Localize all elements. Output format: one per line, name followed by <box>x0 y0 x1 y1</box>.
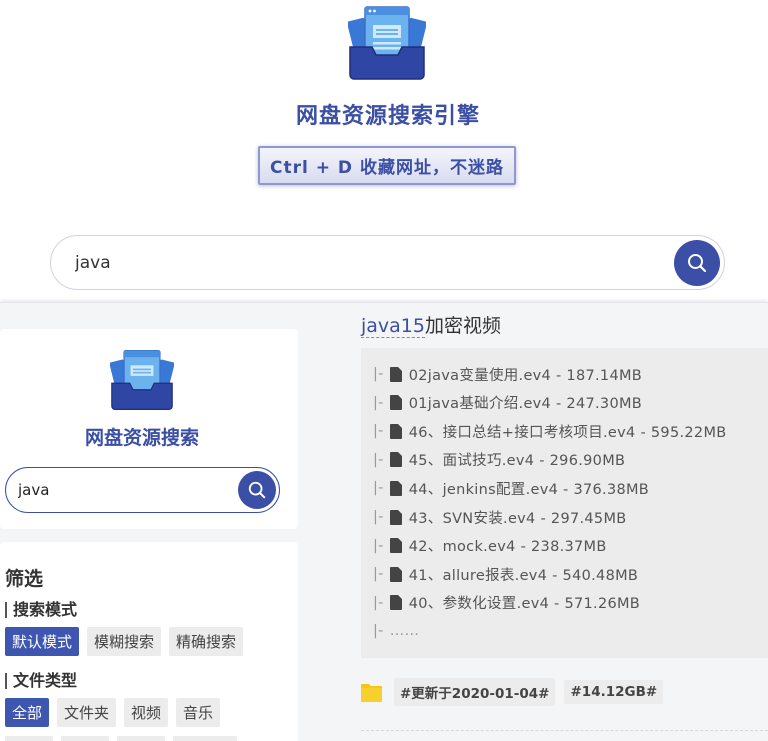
result-title-keyword[interactable]: java15 <box>361 315 425 338</box>
file-type-label: 文件类型 <box>5 673 77 689</box>
file-row: |- 46、接口总结+接口考核项目.ev4 - 595.22MB <box>373 420 727 442</box>
hero-title: 网盘资源搜索引擎 <box>295 104 480 129</box>
type-chip[interactable] <box>61 736 109 741</box>
more-indicator: …… <box>389 623 420 640</box>
file-row: |- 02java变量使用.ev4 - 187.14MB <box>373 363 642 385</box>
hero-search-button[interactable] <box>674 240 720 286</box>
updated-date-tag[interactable]: #更新于2020-01-04# <box>394 678 556 706</box>
file-row: |- 45、面试技巧.ev4 - 296.90MB <box>373 449 625 471</box>
tree-prefix: |- <box>373 366 384 382</box>
file-icon <box>389 595 402 611</box>
file-icon <box>389 509 402 525</box>
file-icon <box>389 452 402 468</box>
file-name: 02java变量使用.ev4 - 187.14MB <box>408 367 643 384</box>
file-name: 42、mock.ev4 - 238.37MB <box>408 539 607 556</box>
hero-search-input[interactable] <box>75 248 635 278</box>
file-name: 40、参数化设置.ev4 - 571.26MB <box>408 596 641 613</box>
file-type-options-more <box>5 736 237 741</box>
file-row: |- 41、allure报表.ev4 - 540.48MB <box>373 563 638 585</box>
file-row: |- 44、jenkins配置.ev4 - 376.38MB <box>373 477 649 499</box>
file-name: 43、SVN安装.ev4 - 297.45MB <box>408 510 627 527</box>
type-chip[interactable] <box>173 736 237 741</box>
file-icon <box>389 366 402 382</box>
file-name: 46、接口总结+接口考核项目.ev4 - 595.22MB <box>408 424 727 441</box>
type-music-chip[interactable]: 音乐 <box>176 698 221 727</box>
tree-prefix: |- <box>373 394 384 411</box>
filter-panel: 筛选 搜索模式 默认模式 模糊搜索 精确搜索 文件类型 全部 文件夹 视频 音乐 <box>0 542 298 741</box>
result-title-rest[interactable]: 加密视频 <box>425 315 501 337</box>
tree-prefix: |- <box>373 480 384 497</box>
file-icon <box>389 480 402 496</box>
search-mode-label: 搜索模式 <box>5 602 77 618</box>
sidebar-search-card: 网盘资源搜索 <box>0 329 298 529</box>
file-row: |- 40、参数化设置.ev4 - 571.26MB <box>373 592 640 614</box>
tree-prefix: |- <box>373 509 384 525</box>
sidebar-search-bar <box>5 467 280 513</box>
bookmark-hint-badge: Ctrl + D 收藏网址，不迷路 <box>258 146 516 185</box>
size-tag[interactable]: #14.12GB# <box>564 680 664 704</box>
file-type-options: 全部 文件夹 视频 音乐 <box>5 698 221 727</box>
filter-title: 筛选 <box>5 568 44 590</box>
search-icon <box>688 254 707 273</box>
type-chip[interactable] <box>5 736 53 741</box>
file-list: |- 02java变量使用.ev4 - 187.14MB |- 01java基础介绍.… <box>361 348 768 658</box>
search-icon <box>248 481 266 499</box>
file-icon <box>389 538 402 554</box>
type-all-chip[interactable]: 全部 <box>5 698 50 727</box>
tree-prefix: |- <box>373 594 384 611</box>
file-name: 01java基础介绍.ev4 - 247.30MB <box>408 396 643 413</box>
file-name: 44、jenkins配置.ev4 - 376.38MB <box>408 481 650 498</box>
tree-prefix: |- <box>373 566 384 583</box>
tree-prefix: |- <box>373 623 384 640</box>
file-row: |- 43、SVN安装.ev4 - 297.45MB <box>373 506 627 528</box>
site-logo-icon <box>347 5 427 81</box>
result-divider <box>361 730 768 731</box>
file-name: 45、面试技巧.ev4 - 296.90MB <box>408 453 626 470</box>
file-row-more: |- …… <box>373 620 419 642</box>
hero-search-bar <box>50 235 725 290</box>
tree-prefix: |- <box>373 423 384 440</box>
mode-default-chip[interactable]: 默认模式 <box>5 627 80 656</box>
file-name: 41、allure报表.ev4 - 540.48MB <box>408 567 639 584</box>
file-icon <box>389 395 402 411</box>
file-row: |- 42、mock.ev4 - 238.37MB <box>373 535 607 557</box>
mode-fuzzy-chip[interactable]: 模糊搜索 <box>87 627 162 656</box>
results-page: 网盘资源搜索 筛选 搜索模式 默认模式 模糊搜索 精确搜索 文件类型 全部 文件… <box>0 302 768 741</box>
sidebar-search-input[interactable] <box>18 477 228 503</box>
search-mode-options: 默认模式 模糊搜索 精确搜索 <box>5 627 244 656</box>
file-row: |- 01java基础介绍.ev4 - 247.30MB <box>373 392 642 414</box>
file-icon <box>389 423 402 439</box>
tree-prefix: |- <box>373 537 384 554</box>
sidebar-search-button[interactable] <box>238 471 276 509</box>
result-title[interactable]: java15加密视频 <box>361 311 501 338</box>
tree-prefix: |- <box>373 451 384 468</box>
mode-exact-chip[interactable]: 精确搜索 <box>169 627 244 656</box>
type-folder-chip[interactable]: 文件夹 <box>57 698 117 727</box>
result-meta: #更新于2020-01-04# #14.12GB# <box>361 678 664 706</box>
sidebar-title: 网盘资源搜索 <box>84 427 199 449</box>
type-chip[interactable] <box>117 736 165 741</box>
sidebar-logo-icon <box>109 349 175 411</box>
type-video-chip[interactable]: 视频 <box>124 698 169 727</box>
folder-icon <box>361 683 382 702</box>
file-icon <box>389 566 402 582</box>
